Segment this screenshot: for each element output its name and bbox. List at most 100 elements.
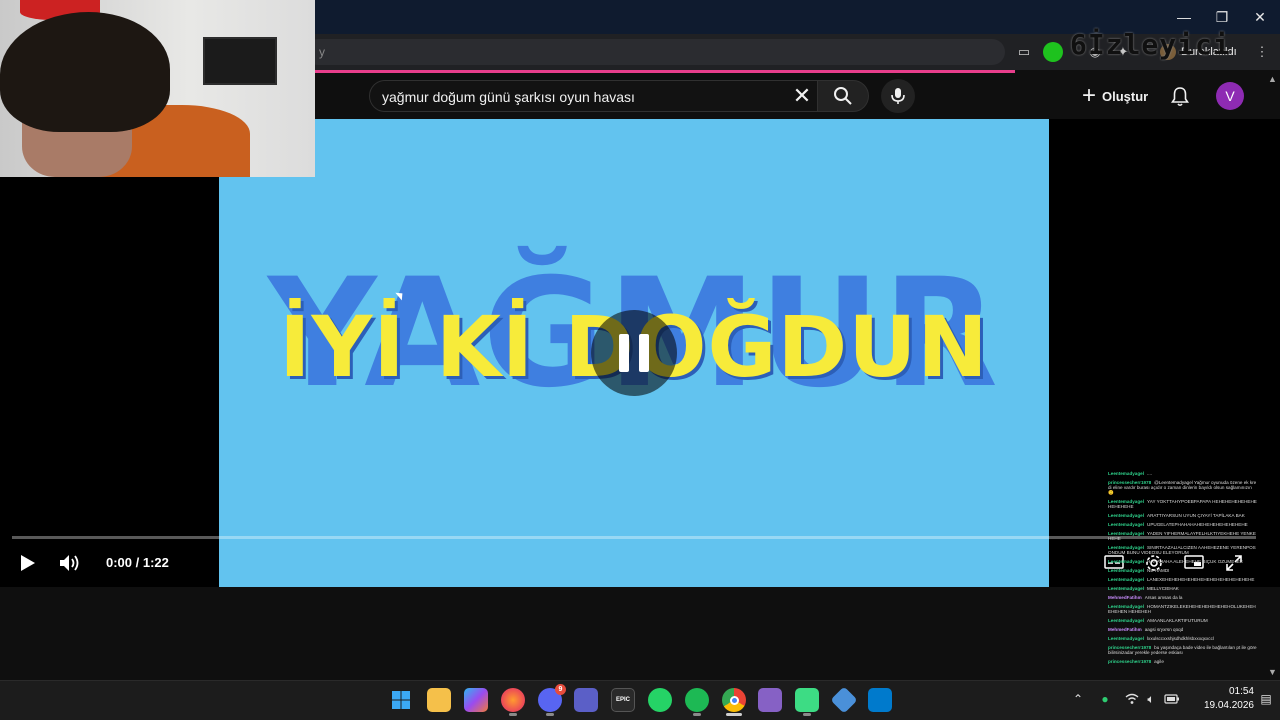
chrome-center-icon [729, 695, 739, 705]
plus-icon: + [1082, 82, 1097, 109]
chat-message: Leentemadyagel YAY YOKTTAHYPOEBPAPAPA HEH… [1108, 499, 1258, 509]
play-button[interactable] [16, 552, 40, 574]
scroll-up-arrow[interactable]: ▲ [1268, 74, 1278, 84]
android-studio-running-indicator [803, 713, 811, 716]
chat-message: Leentemadyagel UPUGELATEPHAHAHAHEHEHEHEHE… [1108, 522, 1258, 527]
address-bar[interactable]: y [305, 39, 1005, 65]
chat-username: Leentemadyagel [1108, 513, 1144, 518]
whatsapp-icon[interactable] [648, 688, 672, 712]
chat-text: lxxulsccxxshjsdhdkhlsbxxxqxxccl [1147, 636, 1214, 641]
microphone-icon [891, 88, 905, 104]
account-avatar[interactable]: V [1216, 82, 1244, 110]
notifications-button[interactable] [1166, 83, 1194, 111]
chat-message: Leentemadyagel ARATTIYARSUN UYUN ÇIYAYİ T… [1108, 513, 1258, 518]
webcam-hair [0, 12, 170, 132]
chat-username: Leentemadyagel [1108, 559, 1144, 564]
vscode-icon[interactable] [868, 688, 892, 712]
system-clock[interactable]: 01:54 19.04.2026 [1196, 685, 1254, 713]
volume-button[interactable] [57, 552, 83, 574]
search-icon [834, 87, 852, 105]
play-icon [21, 555, 35, 571]
clear-search-icon[interactable]: ✕ [789, 83, 815, 108]
chat-message: princessecherr1978 bu yaşındaça bade vide… [1108, 645, 1258, 655]
chat-text: agile [1154, 659, 1164, 664]
discord-running-indicator [546, 713, 554, 716]
chat-username: Leentemadyagel [1108, 471, 1144, 476]
maximize-button[interactable]: ❐ [1205, 4, 1239, 30]
battery-icon[interactable] [1163, 690, 1181, 708]
clock-date: 19.04.2026 [1203, 700, 1254, 711]
cast-icon[interactable]: ▭ [1014, 42, 1034, 62]
chat-username: princessecherr1978 [1108, 659, 1152, 664]
chat-text: .... [1147, 471, 1153, 476]
seek-bar[interactable] [12, 536, 1256, 539]
chat-username: Leentemadyagel [1108, 577, 1144, 582]
chat-message: Leentemadyagel NE HAMDI [1108, 568, 1258, 573]
discord-badge: 9 [555, 684, 566, 695]
chat-message: Leentemadyagel YADEN YIFHERMALAYFELHLKTIY… [1108, 531, 1258, 541]
voice-search-button[interactable] [881, 79, 915, 113]
pause-overlay-icon[interactable] [591, 310, 677, 396]
tray-overflow-icon[interactable]: ⌃ [1069, 690, 1087, 708]
scroll-down-arrow[interactable]: ▼ [1268, 667, 1277, 677]
chat-message: princessecherr1978 agile [1108, 659, 1258, 664]
webcam-tv [203, 37, 277, 85]
search-input[interactable]: yağmur doğum günü şarkısı oyun havası [369, 80, 821, 112]
chat-text: AMAANLAKLARTIFUTURUM [1147, 618, 1208, 623]
chat-username: Leentemadyagel [1108, 586, 1144, 591]
microphone-tray-icon[interactable]: ● [1096, 690, 1114, 708]
browser-menu-icon[interactable]: ⋮ [1252, 42, 1272, 62]
bell-icon [1171, 87, 1189, 107]
chat-username: Leentemadyagel [1108, 618, 1144, 623]
teams-icon[interactable] [574, 688, 598, 712]
chat-message: Leentemadyagel LANEXEHEHEHEHEHEHEHEHEHEHE… [1108, 577, 1258, 582]
chrome-icon[interactable] [722, 688, 746, 712]
chat-text: MELLYCIEHAK [1147, 586, 1179, 591]
volume-icon [60, 555, 79, 571]
extension-green-icon[interactable] [1043, 42, 1063, 62]
chat-username: MehmedFatihm [1108, 595, 1142, 600]
speaker-icon[interactable]: 🔈︎ [1142, 690, 1160, 708]
create-label: Oluştur [1102, 88, 1149, 104]
chat-message: Leentemadyagel HOMANTZIKELEKEHEHEHEHEHEHE… [1108, 604, 1258, 614]
file-explorer-icon[interactable] [427, 688, 451, 712]
chat-message: Leentemadyagel AMAANLAKLARTIFUTURUM [1108, 618, 1258, 623]
overlay-watermark: 6İzleyici [1070, 28, 1231, 61]
chat-username: MehmedFatihm [1108, 627, 1142, 632]
chat-message: Leentemadyagel SINIRTAAZALIALCIZEN AAHEHE… [1108, 545, 1258, 555]
clock-time: 01:54 [1228, 686, 1254, 697]
copilot-icon[interactable] [464, 688, 488, 712]
android-studio-icon[interactable] [795, 688, 819, 712]
chat-message: MehmedFatihm Arsas amsas da la [1108, 595, 1258, 600]
taskbar [0, 680, 1280, 720]
create-button[interactable]: + Oluştur [1074, 80, 1156, 112]
close-window-button[interactable]: ✕ [1243, 4, 1277, 30]
firefox-running-indicator [509, 713, 517, 716]
chat-username: Leentemadyagel [1108, 522, 1144, 527]
search-button[interactable] [817, 80, 869, 112]
spotify-running-indicator [693, 713, 701, 716]
chat-text: LANEXEHEHEHEHEHEHEHEHEHEHEHEHEHEHE [1147, 577, 1255, 582]
windows-start-icon[interactable] [389, 688, 413, 712]
firefox-icon[interactable] [501, 688, 525, 712]
chat-text: NE HAMDI [1147, 568, 1170, 573]
pause-bar-right [639, 334, 649, 372]
spotify-icon[interactable] [685, 688, 709, 712]
visual-studio-icon[interactable] [758, 688, 782, 712]
chrome-active-indicator [726, 713, 742, 716]
video-time: 0:00 / 1:22 [106, 555, 169, 570]
chat-message: princessecherr1978 @Leentemadyagel Yağmur… [1108, 480, 1258, 495]
chat-message: Leentemadyagel MELLYCIEHAK [1108, 586, 1258, 591]
chat-text: HAHAHAHA ALEHEHEHE BIÇUK OZUME IEE [1147, 559, 1243, 564]
chat-text: UPUGELATEPHAHAHAHEHEHEHEHEHEHEHE [1147, 522, 1248, 527]
chat-text: Arsas amsas da la [1144, 595, 1183, 600]
chat-message: MehmedFatihm aagsi sryxrsn qoqd [1108, 627, 1258, 632]
wifi-icon[interactable] [1123, 690, 1141, 708]
notification-center-icon[interactable]: ▤ [1257, 690, 1275, 708]
discord-icon[interactable]: 9 [538, 684, 566, 712]
epic-games-icon[interactable]: EPIC [611, 688, 635, 712]
chat-text: ARATTIYARSUN UYUN ÇIYAYİ TAPİLAKA BAK [1147, 513, 1245, 518]
chat-username: Leentemadyagel [1108, 568, 1144, 573]
minimize-button[interactable]: — [1167, 4, 1201, 30]
chat-message: Leentemadyagel lxxulsccxxshjsdhdkhlsbxxxq… [1108, 636, 1258, 641]
